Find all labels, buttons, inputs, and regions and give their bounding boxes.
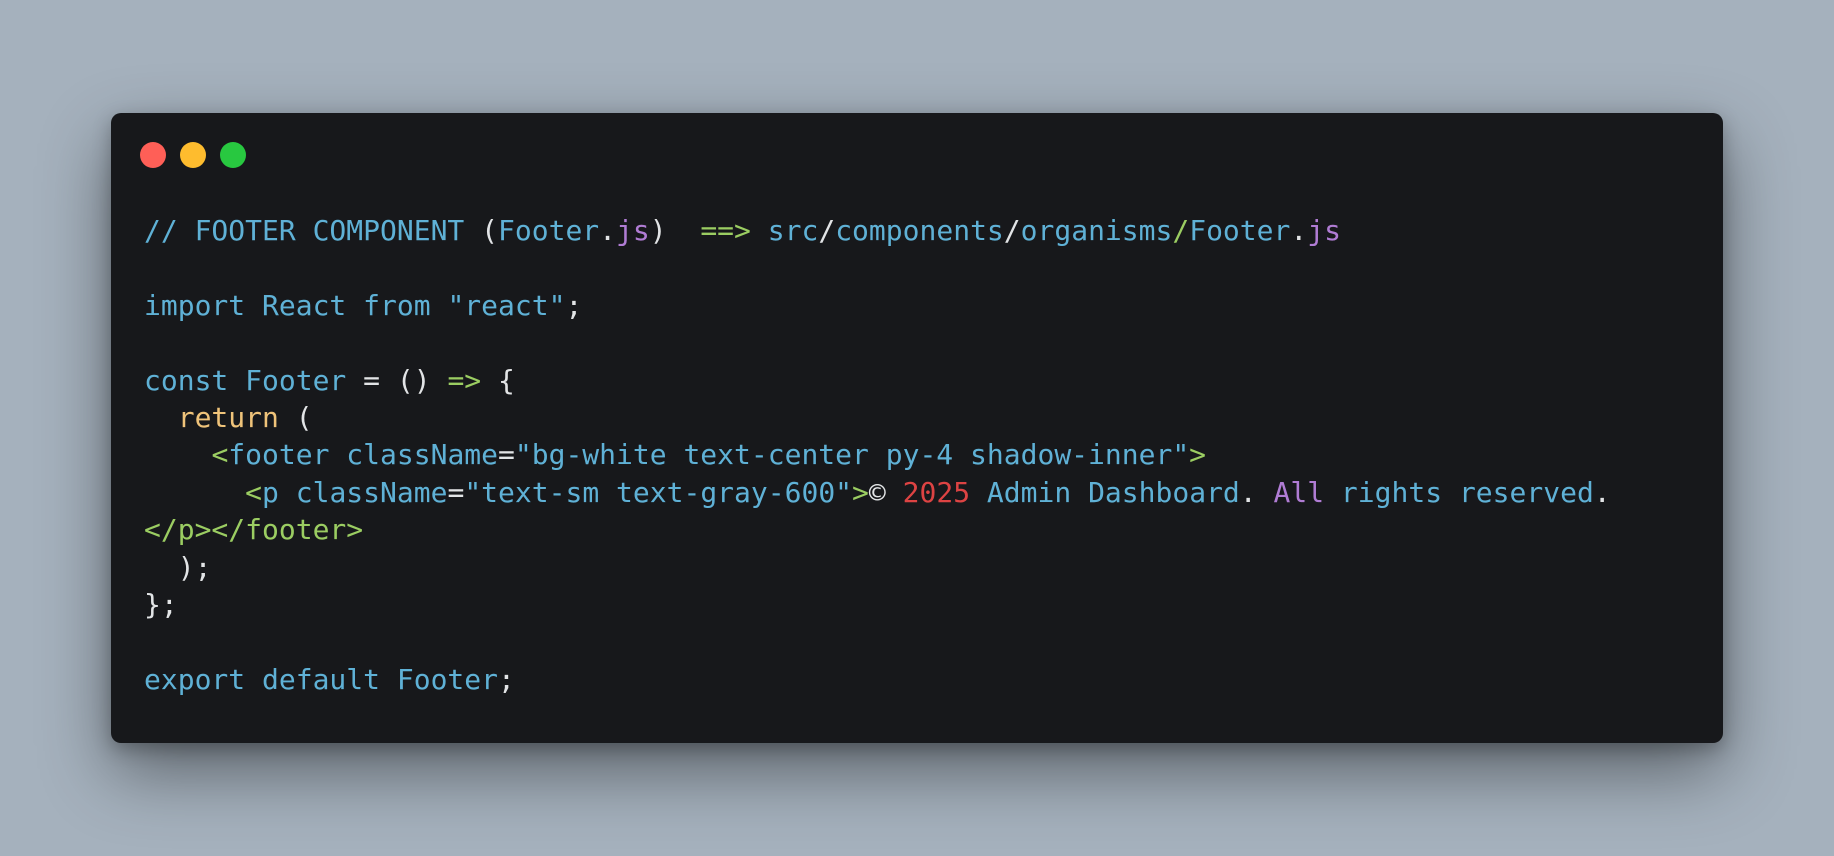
code-token: 2025 <box>902 475 971 509</box>
code-token: / <box>818 214 836 247</box>
code-token: > <box>852 475 869 509</box>
code-token: ); <box>144 550 212 584</box>
code-token: components <box>835 214 1004 247</box>
code-token: © <box>868 475 903 509</box>
code-token: / <box>1003 214 1021 247</box>
code-token: . <box>1290 214 1308 247</box>
code-token: All <box>1273 475 1325 509</box>
code-token: </p></footer> <box>144 513 364 547</box>
code-token: ==> <box>700 214 751 247</box>
code-token: return <box>177 400 279 434</box>
code-token: . <box>1239 475 1274 509</box>
code-token: . <box>599 214 617 247</box>
code-line: </p></footer> <box>144 511 1611 548</box>
code-line: const Footer = () => { <box>144 362 1611 399</box>
code-token: // FOOTER COMPONENT <box>144 214 482 247</box>
code-token: js <box>1307 214 1341 247</box>
code-token: ( <box>481 214 499 247</box>
code-token: Footer <box>498 214 600 247</box>
window-controls <box>140 142 246 168</box>
close-dot-icon[interactable] <box>140 142 166 168</box>
code-line: }; <box>144 586 1611 623</box>
code-token: ; <box>565 288 583 322</box>
code-token: ) <box>649 214 701 247</box>
code-token: export default Footer <box>144 662 499 696</box>
maximize-dot-icon[interactable] <box>220 142 246 168</box>
code-token: = () <box>363 363 448 397</box>
code-token: "bg-white text-center py-4 shadow-inner" <box>514 438 1190 472</box>
code-window: // FOOTER COMPONENT (Footer.js) ==> src/… <box>111 113 1723 743</box>
code-token: "text-sm text-gray-600" <box>464 475 853 509</box>
code-line: <footer className="bg-white text-center … <box>144 436 1611 473</box>
code-token: = <box>498 438 515 472</box>
code-block: // FOOTER COMPONENT (Footer.js) ==> src/… <box>144 212 1611 698</box>
code-token: ; <box>498 662 515 696</box>
code-line: <p className="text-sm text-gray-600">© 2… <box>144 474 1611 511</box>
minimize-dot-icon[interactable] <box>180 142 206 168</box>
code-token: < <box>211 438 229 472</box>
code-token: src <box>750 214 819 247</box>
code-token: ( <box>278 400 313 434</box>
code-line: // FOOTER COMPONENT (Footer.js) ==> src/… <box>144 212 1611 249</box>
code-token: js <box>616 214 650 247</box>
code-token: { <box>481 363 515 397</box>
code-token: footer className <box>228 438 499 472</box>
code-token: }; <box>144 587 178 621</box>
code-token: Footer <box>1189 214 1291 247</box>
code-token: organisms <box>1020 214 1173 247</box>
code-line: return ( <box>144 399 1611 436</box>
code-token: rights reserved <box>1324 475 1594 509</box>
code-token: p className <box>262 475 448 509</box>
code-token: / <box>1172 214 1190 247</box>
code-token: Admin Dashboard <box>970 475 1240 509</box>
code-token: < <box>245 475 263 509</box>
code-token: => <box>447 363 482 397</box>
code-line: import React from "react"; <box>144 287 1611 324</box>
code-token: > <box>1189 438 1207 472</box>
code-line: export default Footer; <box>144 661 1611 698</box>
code-token: . <box>1593 475 1611 509</box>
code-token: const Footer <box>144 363 364 397</box>
code-token: = <box>447 475 465 509</box>
code-line: ); <box>144 549 1611 586</box>
code-token: import React from <box>144 288 448 322</box>
code-token: "react" <box>447 288 566 322</box>
